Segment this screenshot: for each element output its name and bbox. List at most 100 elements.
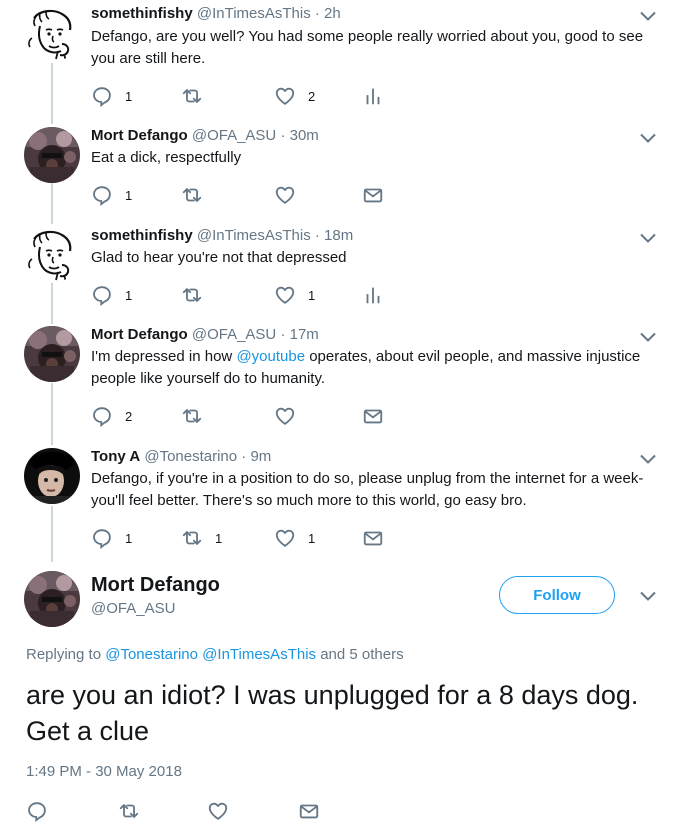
avatar[interactable] — [24, 571, 80, 627]
reply-count: 1 — [125, 88, 133, 104]
replying-user-link[interactable]: @Tonestarino — [105, 646, 198, 663]
display-name[interactable]: somethinfishy — [91, 227, 193, 244]
tweet-actions: 1 2 — [91, 85, 411, 107]
tweet-actions: 1 1 1 — [91, 527, 411, 549]
retweet-button[interactable] — [181, 284, 215, 306]
like-count: 1 — [308, 287, 316, 303]
chevron-down-icon[interactable] — [640, 332, 656, 342]
tweet-text: Defango, if you're in a position to do s… — [91, 470, 644, 509]
analytics-icon — [362, 85, 384, 107]
like-button[interactable]: 2 — [274, 85, 315, 107]
focus-display-name[interactable]: Mort Defango — [91, 574, 220, 597]
tweet[interactable]: Mort Defango @OFA_ASU · 17m I'm depresse… — [0, 321, 690, 443]
display-name[interactable]: Tony A — [91, 448, 140, 465]
message-button[interactable] — [298, 800, 320, 822]
heart-icon — [274, 85, 296, 107]
replying-user-link[interactable]: @InTimesAsThis — [202, 646, 316, 663]
reply-count: 2 — [125, 408, 133, 424]
chevron-down-icon[interactable] — [640, 233, 656, 243]
like-button[interactable] — [274, 184, 308, 206]
tweet[interactable]: Mort Defango @OFA_ASU · 30m Eat a dick, … — [0, 122, 690, 222]
tweet-time[interactable]: · 2h — [315, 5, 341, 22]
tweet-actions: 1 — [91, 184, 411, 206]
like-button[interactable] — [274, 405, 308, 427]
avatar[interactable] — [24, 6, 80, 62]
mention-link[interactable]: @youtube — [236, 348, 305, 365]
user-handle[interactable]: @Tonestarino — [144, 448, 237, 465]
avatar[interactable] — [24, 326, 80, 382]
retweet-button[interactable] — [118, 800, 140, 822]
reply-icon — [91, 284, 113, 306]
tweet-actions: 2 — [91, 405, 411, 427]
reply-button[interactable]: 2 — [91, 405, 132, 427]
tweet[interactable]: somethinfishy @InTimesAsThis · 2h Defang… — [0, 0, 690, 122]
tweet-text: I'm depressed in how @youtube operates, … — [91, 346, 651, 390]
envelope-icon — [362, 184, 384, 206]
reply-button[interactable]: 1 — [91, 527, 132, 549]
like-button[interactable]: 1 — [274, 527, 315, 549]
heart-icon — [274, 405, 296, 427]
like-count: 1 — [308, 530, 316, 546]
message-button[interactable] — [362, 405, 384, 427]
like-count: 2 — [308, 88, 316, 104]
tweet[interactable]: somethinfishy @InTimesAsThis · 18m Glad … — [0, 222, 690, 322]
retweet-icon — [118, 800, 140, 822]
display-name[interactable]: Mort Defango — [91, 326, 188, 343]
reply-button[interactable] — [26, 800, 48, 822]
analytics-button[interactable] — [362, 85, 384, 107]
reply-button[interactable]: 1 — [91, 284, 132, 306]
retweet-button[interactable]: 1 — [181, 527, 222, 549]
tweet-time[interactable]: · 30m — [280, 127, 318, 144]
envelope-icon — [298, 800, 320, 822]
reply-count: 1 — [125, 530, 133, 546]
cartoon-avatar-icon — [24, 6, 80, 62]
like-button[interactable] — [207, 800, 229, 822]
reply-icon — [91, 527, 113, 549]
reply-icon — [91, 184, 113, 206]
reply-icon — [26, 800, 48, 822]
analytics-button[interactable] — [362, 284, 384, 306]
tweet[interactable]: Tony A @Tonestarino · 9m Defango, if you… — [0, 443, 690, 565]
reply-button[interactable]: 1 — [91, 85, 132, 107]
heart-icon — [274, 527, 296, 549]
retweet-button[interactable] — [181, 85, 215, 107]
chevron-down-icon[interactable] — [640, 11, 656, 21]
tweet-time[interactable]: · 17m — [280, 326, 318, 343]
avatar[interactable] — [24, 448, 80, 504]
avatar[interactable] — [24, 127, 80, 183]
tweet-header: Tony A @Tonestarino · 9m — [91, 448, 271, 465]
focus-tweet-actions — [26, 800, 346, 824]
replying-others[interactable]: and 5 others — [316, 646, 403, 663]
chevron-down-icon[interactable] — [640, 133, 656, 143]
user-handle[interactable]: @OFA_ASU — [192, 326, 276, 343]
photo-avatar-icon — [24, 448, 80, 504]
retweet-button[interactable] — [181, 405, 215, 427]
message-button[interactable] — [362, 184, 384, 206]
focus-tweet-text: are you an idiot? I was unplugged for a … — [26, 680, 639, 746]
display-name[interactable]: somethinfishy — [91, 5, 193, 22]
user-handle[interactable]: @OFA_ASU — [192, 127, 276, 144]
tweet-time[interactable]: · 9m — [241, 448, 271, 465]
user-handle[interactable]: @InTimesAsThis — [197, 227, 311, 244]
tweet-header: Mort Defango @OFA_ASU · 17m — [91, 326, 319, 343]
display-name[interactable]: Mort Defango — [91, 127, 188, 144]
tweet-header: somethinfishy @InTimesAsThis · 2h — [91, 5, 341, 22]
avatar[interactable] — [24, 227, 80, 283]
like-button[interactable]: 1 — [274, 284, 315, 306]
tweet-time[interactable]: · 18m — [315, 227, 353, 244]
retweet-icon — [181, 184, 203, 206]
retweet-icon — [181, 85, 203, 107]
reply-button[interactable]: 1 — [91, 184, 132, 206]
chevron-down-icon[interactable] — [640, 591, 656, 601]
reply-icon — [91, 85, 113, 107]
focus-user-handle[interactable]: @OFA_ASU — [91, 600, 175, 617]
message-button[interactable] — [362, 527, 384, 549]
reply-icon — [91, 405, 113, 427]
follow-button[interactable]: Follow — [499, 576, 615, 614]
retweet-button[interactable] — [181, 184, 215, 206]
tweet-text: Defango, are you well? You had some peop… — [91, 28, 644, 67]
replying-to: Replying to @Tonestarino @InTimesAsThis … — [26, 646, 404, 663]
chevron-down-icon[interactable] — [640, 454, 656, 464]
timestamp[interactable]: 1:49 PM - 30 May 2018 — [26, 763, 182, 780]
user-handle[interactable]: @InTimesAsThis — [197, 5, 311, 22]
